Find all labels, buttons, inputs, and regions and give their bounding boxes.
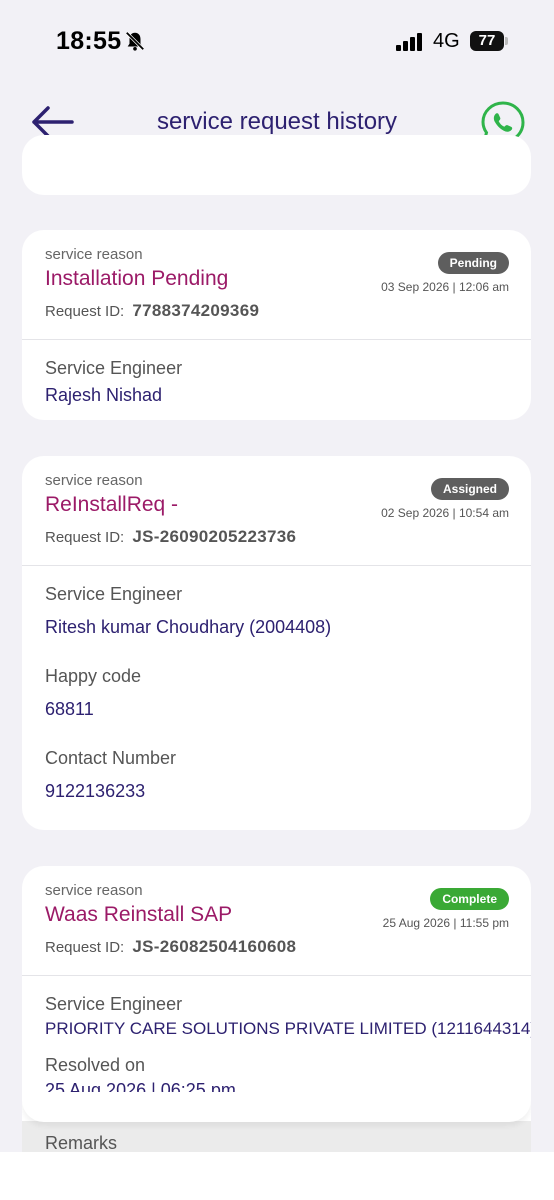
request-date: 02 Sep 2026 | 10:54 am [381, 506, 509, 520]
status-bar: 18:55 4G 77 [0, 0, 554, 84]
engineer-label: Service Engineer [45, 584, 183, 604]
bell-muted-icon [125, 31, 145, 51]
request-card[interactable]: service reason Installation Pending Requ… [22, 230, 531, 420]
request-date: 25 Aug 2026 | 11:55 pm [382, 916, 509, 930]
engineer-label: Service Engineer [45, 994, 183, 1014]
card-header: service reason ReInstallReq - Request ID… [22, 456, 531, 566]
request-id-label: Request ID: [45, 303, 125, 320]
status-badge: Pending [437, 252, 509, 274]
happy-code-value: 68811 [45, 699, 94, 719]
request-id-label: Request ID: [45, 939, 125, 956]
engineer-value: Rajesh Nishad [45, 385, 163, 405]
contact-label: Contact Number [45, 748, 177, 768]
page-title: service request history [156, 108, 398, 135]
request-card[interactable]: service reason Waas Reinstall SAP Reques… [22, 866, 531, 1200]
request-card[interactable]: service reason ReInstallReq - Request ID… [22, 456, 531, 830]
card-details: Service Engineer PRIORITY CARE SOLUTIONS… [22, 976, 531, 1101]
request-id-label: Request ID: [45, 529, 125, 546]
remarks-label: Remarks [45, 1133, 118, 1153]
request-card-partial [22, 135, 531, 195]
battery-tip [505, 37, 508, 45]
engineer-label: Service Engineer [45, 358, 183, 378]
request-id-row: Request ID: JS-26090205223736 [45, 527, 508, 547]
request-id-value: JS-26090205223736 [132, 527, 297, 546]
battery-icon: 77 [470, 31, 508, 51]
request-id-row: Request ID: 7788374209369 [45, 301, 508, 321]
request-id-row: Request ID: JS-26082504160608 [45, 937, 508, 957]
status-badge: Complete [430, 888, 509, 910]
status-badge: Assigned [430, 478, 509, 500]
request-date: 03 Sep 2026 | 12:06 am [381, 280, 509, 294]
card-details: Service Engineer Ritesh kumar Choudhary … [22, 566, 531, 802]
card-header: service reason Installation Pending Requ… [22, 230, 531, 340]
card-overlay-bottom [22, 1092, 531, 1122]
bottom-bar [0, 1152, 554, 1200]
engineer-value: Ritesh kumar Choudhary (2004408) [45, 617, 332, 637]
resolved-label: Resolved on [45, 1055, 146, 1075]
signal-icon [396, 33, 422, 51]
request-id-value: JS-26082504160608 [132, 937, 297, 956]
status-time: 18:55 [56, 27, 122, 55]
card-details: Service Engineer Rajesh Nishad [22, 340, 531, 406]
network-label: 4G [433, 30, 460, 52]
contact-value[interactable]: 9122136233 [45, 781, 508, 802]
card-header: service reason Waas Reinstall SAP Reques… [22, 866, 531, 976]
engineer-value: PRIORITY CARE SOLUTIONS PRIVATE LIMITED … [45, 1019, 531, 1038]
happy-code-label: Happy code [45, 666, 142, 686]
battery-level: 77 [470, 31, 504, 51]
request-id-value: 7788374209369 [132, 301, 260, 320]
